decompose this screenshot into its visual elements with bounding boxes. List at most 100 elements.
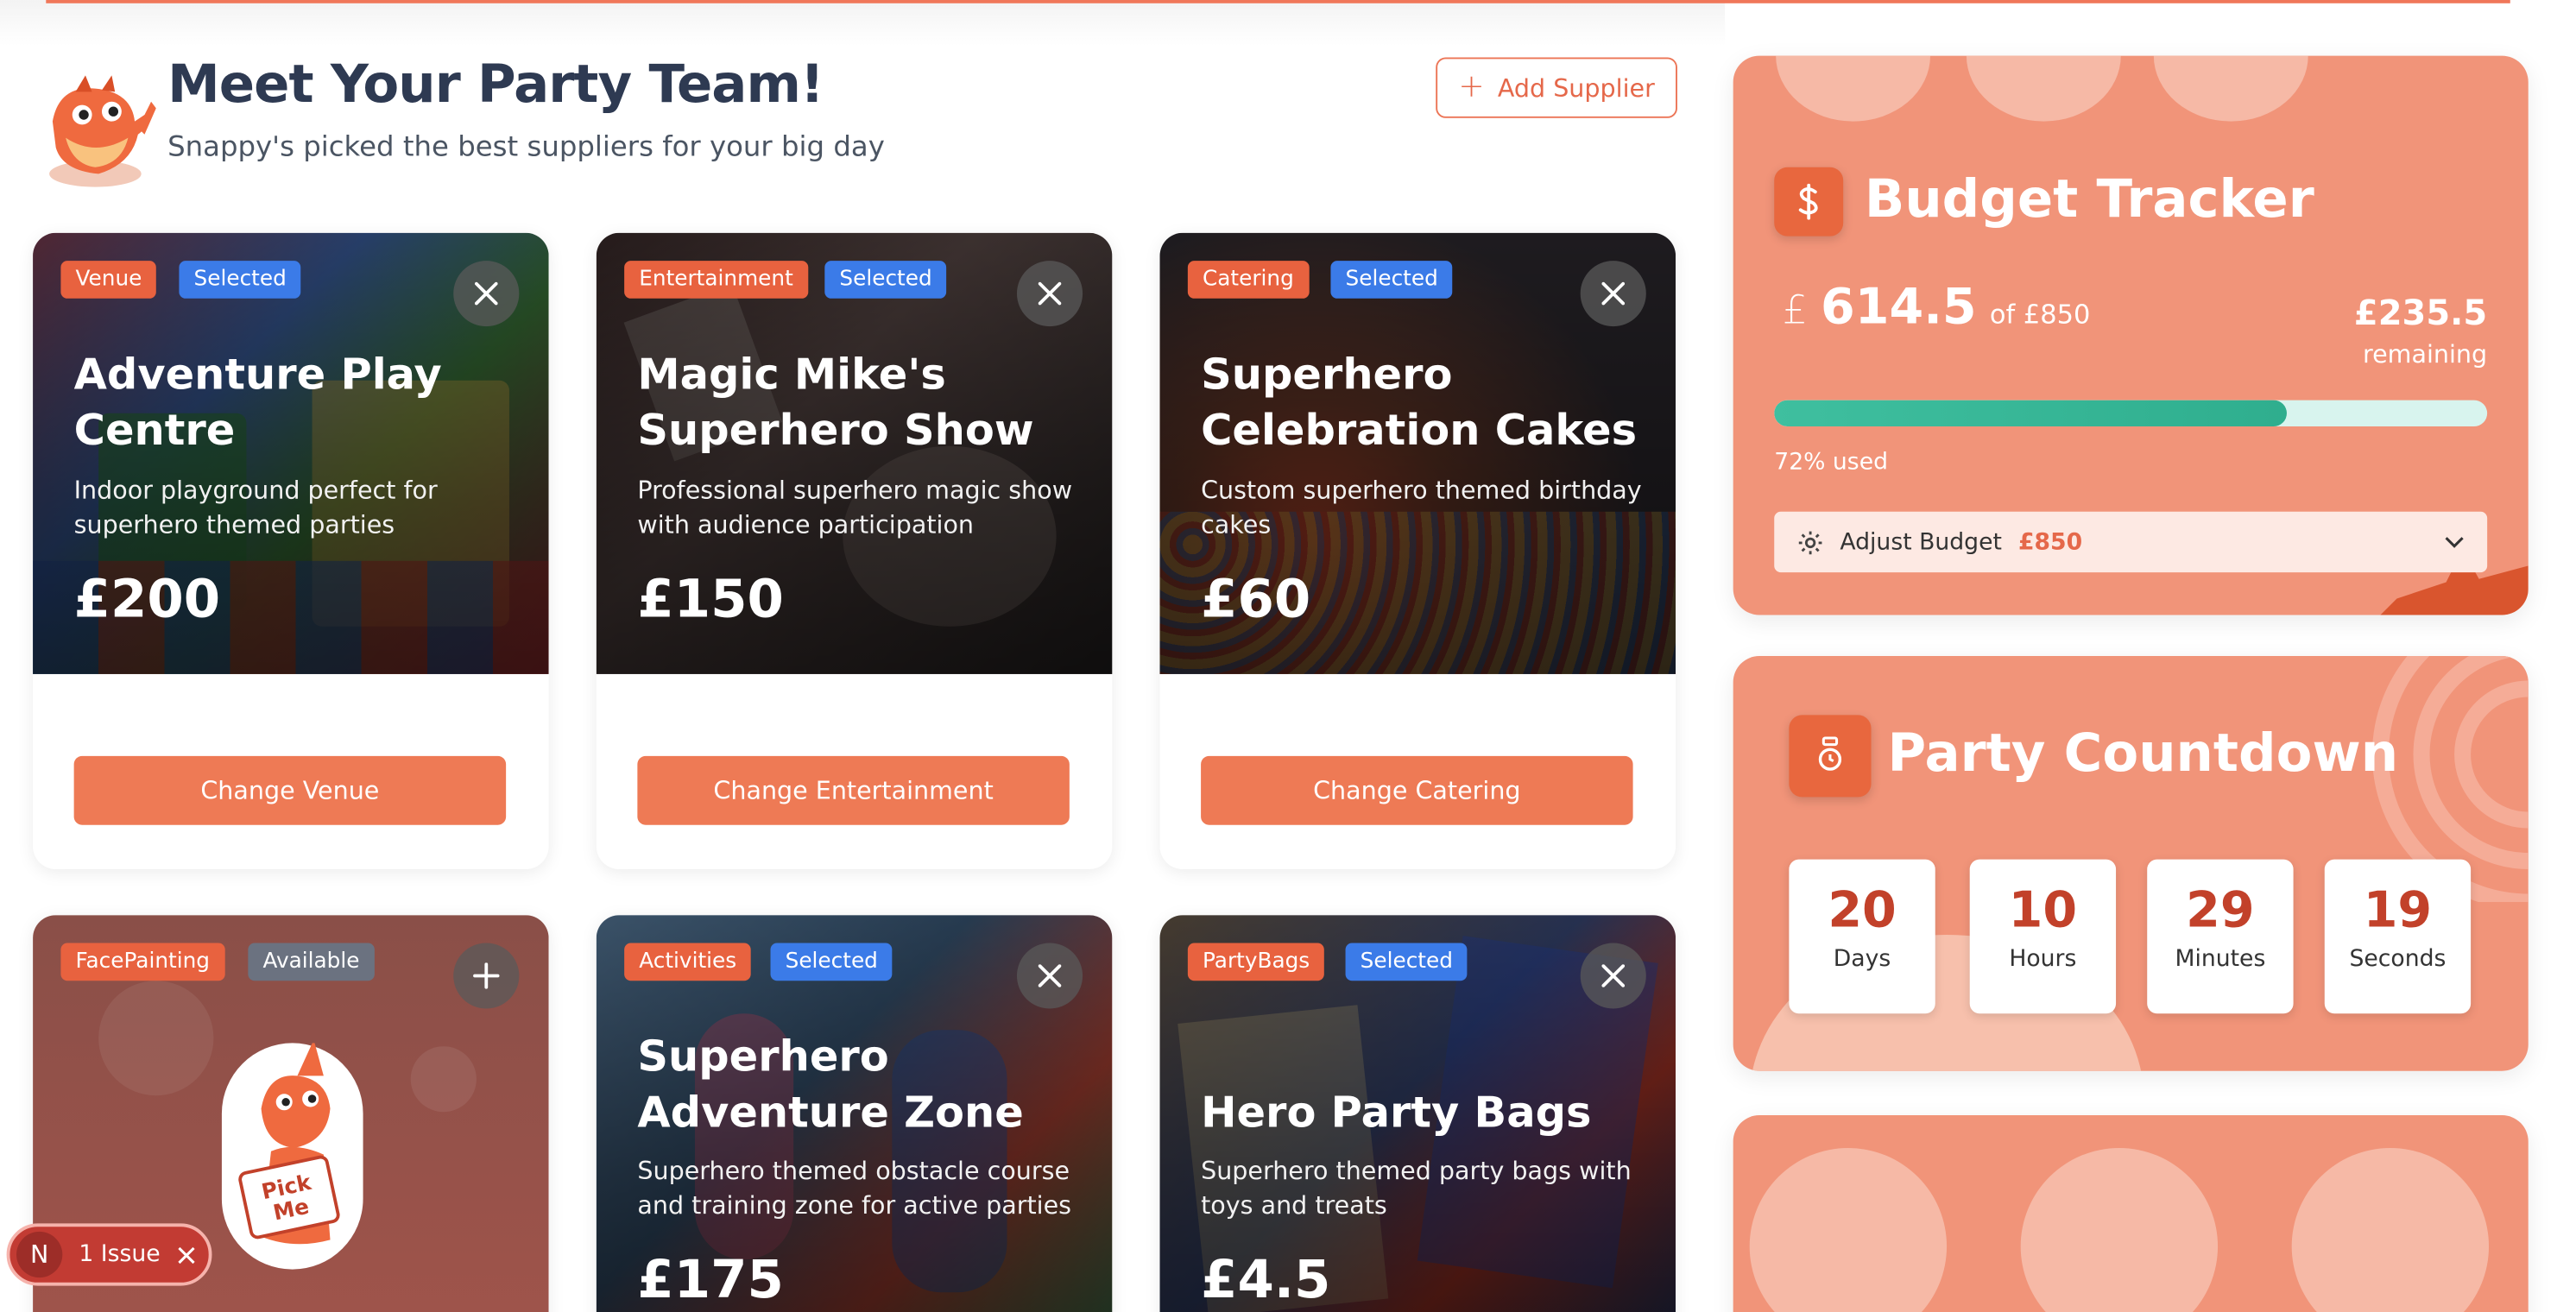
issues-indicator[interactable]: N 1 Issue (6, 1223, 212, 1286)
decorative-bubble (2153, 55, 2308, 122)
supplier-card-entertainment[interactable]: Entertainment Selected Magic Mike's Supe… (596, 232, 1113, 869)
snappy-pick-me-icon (238, 1043, 340, 1245)
remove-supplier-button[interactable] (1016, 261, 1083, 327)
decorative-bubble (2291, 1148, 2490, 1312)
pick-me-mascot[interactable]: Pick Me (221, 1043, 363, 1270)
supplier-description: Indoor playground perfect for superhero … (73, 476, 438, 540)
budget-title: Budget Tracker (1864, 167, 2314, 230)
remaining-label: remaining (2362, 339, 2488, 369)
countdown-seconds: 19 Seconds (2324, 859, 2472, 1014)
supplier-description: Custom superhero themed birthday cakes (1201, 476, 1642, 540)
category-badge: Entertainment (624, 261, 808, 299)
chevron-down-icon (2445, 536, 2464, 547)
add-supplier-button[interactable]: + Add Supplier (1436, 57, 1677, 118)
plus-icon: + (1458, 68, 1485, 105)
gear-icon (1798, 530, 1822, 554)
category-badge: Catering (1187, 261, 1309, 299)
countdown-hours: 10 Hours (1969, 859, 2117, 1014)
budget-tracker-panel: Budget Tracker £ 614.5 of £850 £235.5 re… (1733, 55, 2529, 615)
countdown-days: 20 Days (1789, 859, 1935, 1014)
change-venue-button[interactable]: Change Venue (73, 755, 507, 825)
status-badge: Selected (1345, 943, 1468, 981)
countdown-minutes: 29 Minutes (2147, 859, 2294, 1014)
close-icon (1038, 281, 1062, 306)
change-entertainment-button[interactable]: Change Entertainment (637, 755, 1070, 825)
supplier-price: £4.5 (1201, 1247, 1331, 1311)
budget-progress-fill (1774, 400, 2288, 426)
category-badge: Venue (60, 261, 157, 299)
issue-count: 1 Issue (79, 1241, 161, 1268)
status-badge: Selected (770, 943, 893, 981)
decorative-bubble (2020, 1148, 2219, 1312)
status-badge: Selected (1330, 261, 1453, 299)
countdown-value: 20 (1828, 882, 1897, 940)
budget-used-label: 72% used (1774, 449, 1888, 476)
supplier-title: Hero Party Bags (1201, 1088, 1592, 1139)
budget-total: of £850 (1989, 298, 2091, 330)
top-shadow (0, 0, 1726, 47)
supplier-title: Superhero Adventure Zone (637, 1033, 1024, 1139)
budget-progress-bar (1774, 400, 2488, 426)
countdown-value: 19 (2363, 882, 2433, 940)
snappy-mascot-icon (49, 75, 156, 187)
decorative-bubble (1749, 1148, 1948, 1312)
category-badge: PartyBags (1187, 943, 1325, 981)
countdown-unit: Hours (2009, 946, 2077, 973)
add-supplier-card-button[interactable] (453, 943, 520, 1009)
supplier-title: Adventure Play Centre (73, 350, 442, 457)
page-title: Meet Your Party Team! (167, 52, 824, 115)
remove-supplier-button[interactable] (1580, 943, 1646, 1009)
supplier-description: Superhero themed obstacle course and tra… (637, 1156, 1072, 1221)
close-icon (1601, 281, 1626, 306)
countdown-title: Party Countdown (1887, 722, 2399, 785)
top-nav-strip (46, 0, 2510, 3)
status-badge: Selected (824, 261, 947, 299)
supplier-title: Magic Mike's Superhero Show (637, 350, 1034, 457)
countdown-value: 29 (2186, 882, 2255, 940)
supplier-card-partybags[interactable]: PartyBags Selected Hero Party Bags Super… (1159, 915, 1676, 1312)
supplier-card-catering[interactable]: Catering Selected Superhero Celebration … (1159, 232, 1676, 869)
supplier-price: £60 (1201, 567, 1311, 630)
close-icon (1601, 964, 1626, 987)
status-badge: Available (248, 943, 375, 981)
category-badge: Activities (624, 943, 752, 981)
issue-avatar: N (16, 1231, 63, 1278)
currency-symbol: £ (1782, 287, 1808, 333)
plus-icon (473, 962, 500, 989)
page-subtitle: Snappy's picked the best suppliers for y… (167, 131, 885, 164)
category-badge: FacePainting (60, 943, 225, 981)
remove-supplier-button[interactable] (453, 261, 520, 327)
countdown-unit: Days (1833, 946, 1891, 973)
close-icon (474, 281, 498, 306)
decorative-bubble (1966, 55, 2121, 122)
supplier-description: Superhero themed party bags with toys an… (1201, 1156, 1632, 1221)
remaining-amount: £235.5 (2353, 293, 2488, 333)
stopwatch-icon (1789, 715, 1872, 798)
countdown-unit: Minutes (2175, 946, 2266, 973)
supplier-price: £200 (73, 567, 221, 630)
close-icon[interactable] (177, 1246, 195, 1264)
adjust-budget-value: £850 (2017, 528, 2083, 556)
budget-spent: £ 614.5 of £850 (1783, 279, 2091, 337)
remove-supplier-button[interactable] (1580, 261, 1646, 327)
dollar-icon (1774, 167, 1844, 237)
decorative-panel (1733, 1115, 2529, 1312)
supplier-title: Superhero Celebration Cakes (1201, 350, 1638, 457)
adjust-budget-dropdown[interactable]: Adjust Budget £850 (1774, 511, 2488, 573)
change-catering-button[interactable]: Change Catering (1201, 755, 1633, 825)
status-badge: Selected (179, 261, 301, 299)
supplier-card-activities[interactable]: Activities Selected Superhero Adventure … (596, 915, 1113, 1312)
add-supplier-label: Add Supplier (1497, 73, 1655, 103)
adjust-budget-label: Adjust Budget (1840, 528, 2002, 556)
supplier-price: £175 (637, 1247, 784, 1311)
party-countdown-panel: Party Countdown 20 Days 10 Hours 29 Minu… (1733, 656, 2529, 1071)
close-icon (1038, 964, 1062, 987)
supplier-description: Professional superhero magic show with a… (637, 476, 1073, 540)
remove-supplier-button[interactable] (1016, 943, 1083, 1009)
countdown-unit: Seconds (2349, 946, 2447, 973)
countdown-value: 10 (2008, 882, 2078, 940)
decorative-bubble (1776, 55, 1931, 122)
spent-amount: 614.5 (1821, 279, 1977, 337)
supplier-price: £150 (637, 567, 784, 630)
supplier-card-venue[interactable]: Venue Selected Adventure Play Centre Ind… (33, 232, 549, 869)
